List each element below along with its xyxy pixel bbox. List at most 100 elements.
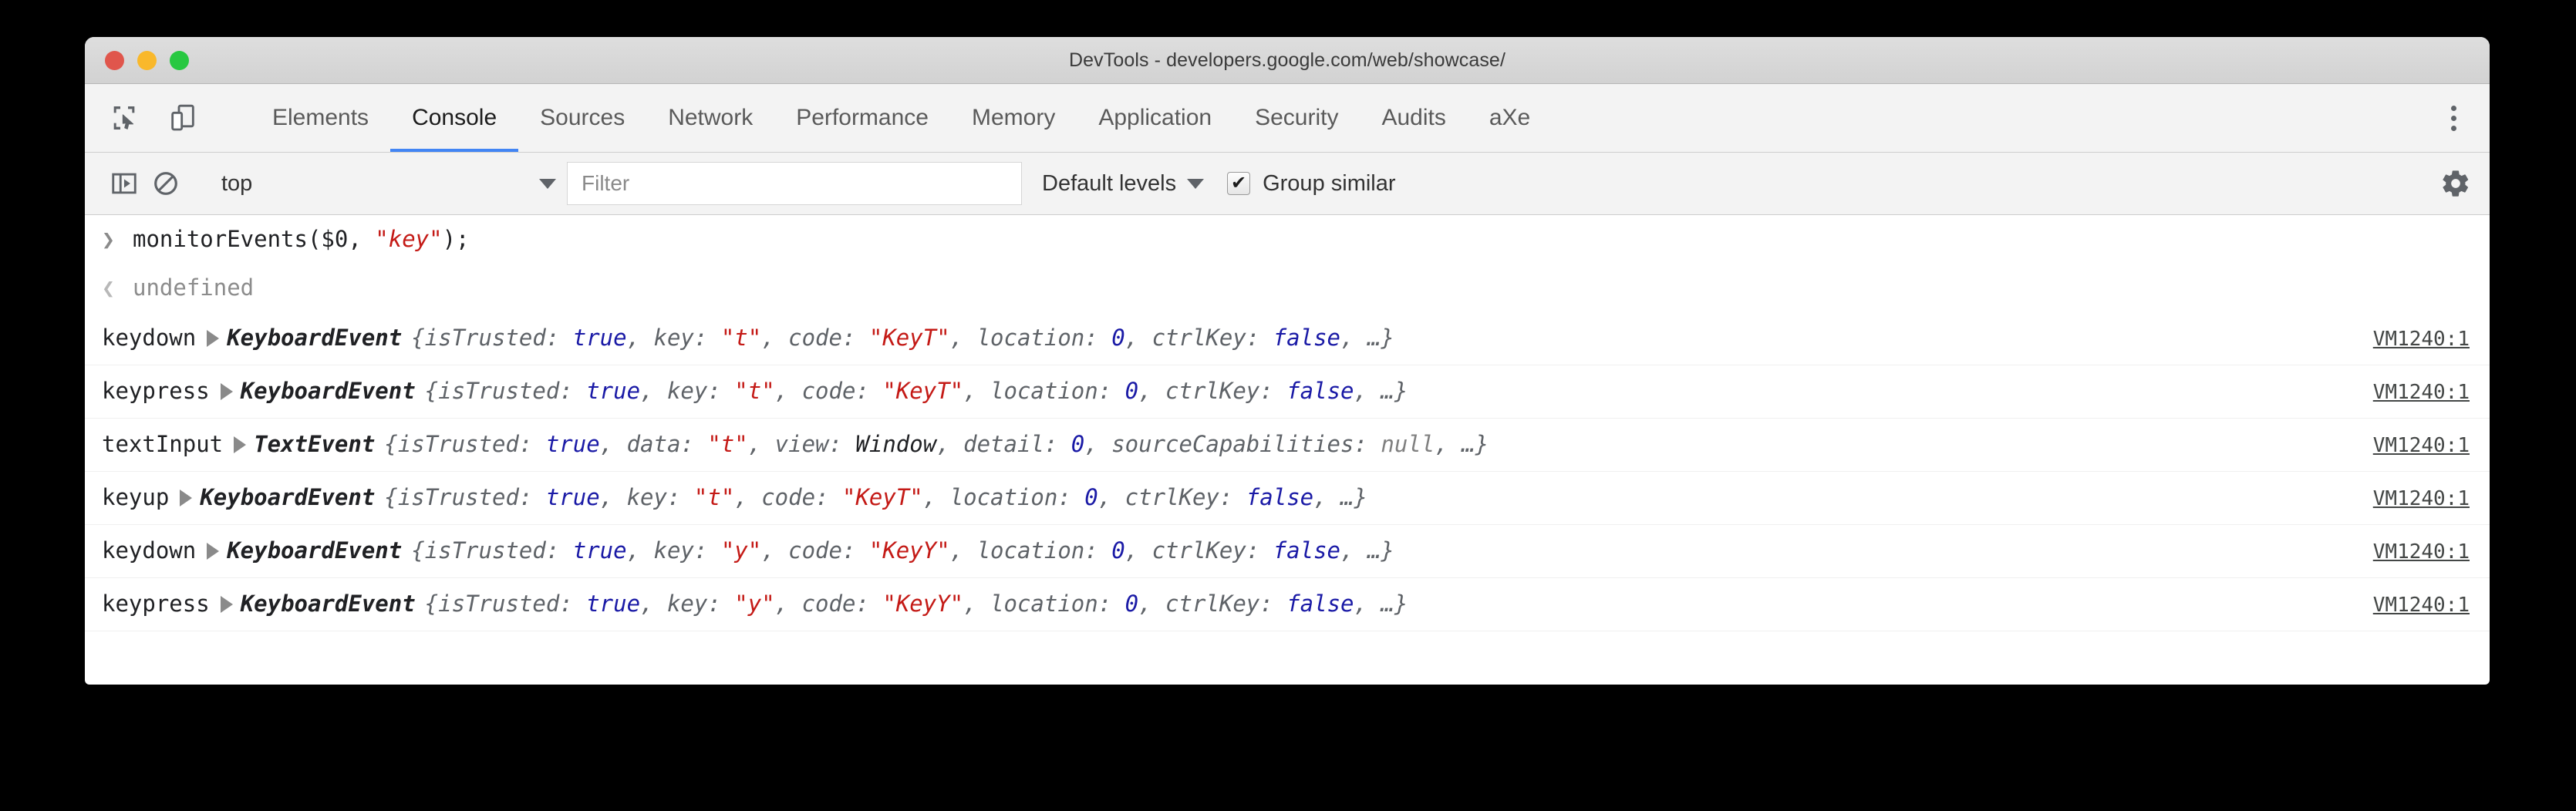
property-key: code	[788, 537, 842, 564]
property-value: false	[1286, 591, 1354, 617]
console-event-row[interactable]: keydownKeyboardEvent{isTrusted: true, ke…	[85, 312, 2490, 365]
tab-sources[interactable]: Sources	[518, 84, 646, 152]
group-similar-checkbox-row[interactable]: ✔ Group similar	[1227, 171, 1395, 197]
device-toolbar-icon[interactable]	[162, 97, 204, 139]
tab-label: Console	[412, 105, 497, 131]
property-key: ctrlKey	[1165, 378, 1259, 404]
property-value: "t"	[734, 378, 774, 404]
property-key: isTrusted	[425, 325, 546, 351]
inspect-element-icon[interactable]	[103, 97, 145, 139]
property-value: "t"	[707, 431, 747, 457]
console-event-row[interactable]: keydownKeyboardEvent{isTrusted: true, ke…	[85, 525, 2490, 578]
devtools-tabbar: Elements Console Sources Network Perform…	[85, 84, 2490, 153]
tab-application[interactable]: Application	[1077, 84, 1233, 152]
expand-triangle-icon[interactable]	[180, 490, 192, 506]
property-key: view	[775, 431, 829, 457]
console-filter-input[interactable]: Filter	[567, 162, 1022, 205]
property-key: key	[667, 378, 707, 404]
tab-security[interactable]: Security	[1233, 84, 1360, 152]
prompt-chevron-icon: ❯	[102, 216, 133, 264]
property-value: "t"	[721, 325, 761, 351]
console-result-line: ❮ undefined	[85, 264, 2490, 312]
tab-label: Elements	[272, 105, 369, 131]
source-location-link[interactable]: VM1240:1	[2373, 473, 2470, 524]
expand-triangle-icon[interactable]	[207, 543, 219, 560]
source-location-link[interactable]: VM1240:1	[2373, 580, 2470, 631]
property-value: true	[546, 484, 600, 510]
expand-triangle-icon[interactable]	[234, 436, 246, 453]
property-value: null	[1381, 431, 1435, 457]
property-value: 0	[1125, 378, 1138, 404]
source-location-link[interactable]: VM1240:1	[2373, 314, 2470, 365]
tabbar-tool-icons	[85, 84, 231, 152]
execution-context-selector[interactable]: top	[209, 171, 567, 197]
tab-performance[interactable]: Performance	[774, 84, 950, 152]
tab-label: Memory	[972, 105, 1055, 131]
expand-triangle-icon[interactable]	[221, 596, 233, 613]
property-value: true	[586, 378, 640, 404]
property-value: 0	[1111, 537, 1124, 564]
console-sidebar-icon[interactable]	[103, 163, 145, 204]
tab-elements[interactable]: Elements	[251, 84, 390, 152]
event-type-label: keypress	[102, 578, 210, 629]
tab-console[interactable]: Console	[390, 84, 518, 152]
property-value: "KeyT"	[869, 325, 950, 351]
tab-memory[interactable]: Memory	[950, 84, 1077, 152]
event-type-label: textInput	[102, 419, 223, 469]
property-value: "KeyT"	[882, 378, 963, 404]
console-result-value: undefined	[133, 264, 254, 311]
source-location-link[interactable]: VM1240:1	[2373, 420, 2470, 471]
tab-axe[interactable]: aXe	[1468, 84, 1552, 152]
input-code-tail: );	[443, 226, 470, 252]
tab-audits[interactable]: Audits	[1360, 84, 1467, 152]
event-type-label: keydown	[102, 525, 196, 576]
console-toolbar: top Filter Default levels ✔ Group simila…	[85, 153, 2490, 215]
expand-triangle-icon[interactable]	[207, 330, 219, 347]
console-event-row[interactable]: keypressKeyboardEvent{isTrusted: true, k…	[85, 365, 2490, 419]
source-location-link[interactable]: VM1240:1	[2373, 367, 2470, 418]
property-value: true	[586, 591, 640, 617]
console-event-message: keyupKeyboardEvent{isTrusted: true, key:…	[102, 472, 2355, 523]
group-similar-checkbox[interactable]: ✔	[1227, 172, 1250, 195]
property-value: "y"	[721, 537, 761, 564]
property-key: key	[654, 537, 694, 564]
property-key: sourceCapabilities	[1111, 431, 1354, 457]
console-input-expression: monitorEvents($0, "key");	[133, 215, 470, 263]
property-key: ctrlKey	[1152, 325, 1246, 351]
property-key: location	[977, 537, 1085, 564]
truncation-ellipsis: …}	[1367, 325, 1394, 351]
property-value: "KeyY"	[882, 591, 963, 617]
console-event-message: keypressKeyboardEvent{isTrusted: true, k…	[102, 365, 2355, 416]
property-key: location	[950, 484, 1058, 510]
console-event-row[interactable]: keypressKeyboardEvent{isTrusted: true, k…	[85, 578, 2490, 631]
property-value: false	[1273, 325, 1340, 351]
property-key: ctrlKey	[1165, 591, 1259, 617]
console-event-row[interactable]: textInputTextEvent{isTrusted: true, data…	[85, 419, 2490, 472]
console-input-line[interactable]: ❯ monitorEvents($0, "key");	[85, 215, 2490, 264]
event-constructor-name: TextEvent	[254, 419, 375, 469]
clear-console-icon[interactable]	[145, 163, 187, 204]
input-code-head: monitorEvents($0,	[133, 226, 375, 252]
tab-label: Security	[1255, 105, 1338, 131]
property-value: "KeyT"	[842, 484, 923, 510]
event-type-label: keydown	[102, 312, 196, 363]
property-key: location	[990, 591, 1098, 617]
expand-triangle-icon[interactable]	[221, 383, 233, 400]
execution-context-label: top	[209, 171, 539, 197]
event-object-preview: {isTrusted: true, key: "t", code: "KeyT"…	[411, 312, 1394, 363]
console-event-row[interactable]: keyupKeyboardEvent{isTrusted: true, key:…	[85, 472, 2490, 525]
tab-label: aXe	[1489, 105, 1530, 131]
source-location-link[interactable]: VM1240:1	[2373, 527, 2470, 577]
property-value: 0	[1084, 484, 1097, 510]
property-value: 0	[1071, 431, 1084, 457]
truncation-ellipsis: …}	[1340, 484, 1367, 510]
property-value: false	[1246, 484, 1313, 510]
console-filter-placeholder: Filter	[582, 171, 629, 196]
more-options-icon[interactable]	[2433, 97, 2474, 139]
chevron-down-icon	[539, 179, 556, 189]
settings-gear-icon[interactable]	[2440, 168, 2471, 199]
tab-network[interactable]: Network	[646, 84, 774, 152]
log-levels-selector[interactable]: Default levels	[1042, 171, 1204, 197]
console-event-message: textInputTextEvent{isTrusted: true, data…	[102, 419, 2355, 469]
property-key: key	[627, 484, 667, 510]
